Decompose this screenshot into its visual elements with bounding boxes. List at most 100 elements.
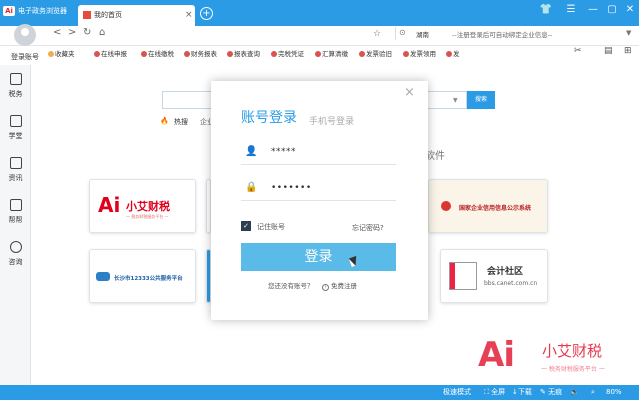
bookmark-icon	[403, 51, 409, 57]
bookmark-more[interactable]: 发	[446, 49, 460, 59]
menu-icon[interactable]: ☰	[564, 3, 578, 17]
minimize-icon[interactable]: —	[586, 3, 600, 17]
card-xiaoai-sub: 一 税务财税服务平台 一	[126, 214, 169, 219]
home-page-icon	[83, 11, 91, 19]
search-button[interactable]: 搜索	[467, 91, 495, 109]
back-button[interactable]: <	[53, 27, 61, 39]
fullscreen-button[interactable]: ⛶ 全屏	[484, 387, 505, 397]
xiaoai-logo-icon: Ai	[98, 193, 121, 217]
card-cs12333-label: 长沙市12333公共服务平台	[114, 276, 183, 282]
bookmark-star-icon[interactable]: ☆	[373, 28, 381, 40]
bookmark-icon	[141, 51, 147, 57]
bookmark-online-declare[interactable]: 在线申报	[94, 49, 127, 59]
close-icon[interactable]: ✕	[623, 3, 637, 17]
tab-account-login[interactable]: 账号登录	[241, 109, 297, 127]
fullscreen-icon: ⛶	[484, 388, 489, 396]
user-icon: 👤	[245, 146, 258, 157]
news-icon	[9, 157, 22, 169]
sidebar-item-news[interactable]: 资讯	[0, 157, 31, 183]
register-link[interactable]: › 免费注册	[322, 280, 357, 291]
bookmark-icon	[359, 51, 365, 57]
national-emblem-icon	[441, 201, 451, 211]
card-gsxt[interactable]: 国家企业信用信息公示系统	[428, 179, 548, 233]
bookmark-invoice-claim[interactable]: 发票领用	[403, 49, 436, 59]
watermark-text: 小艾财税	[542, 342, 603, 360]
login-modal: × 账号登录 手机号登录 👤 ***** 🔒 ••••••• ✓ 记住账号 忘记…	[211, 81, 428, 320]
avatar[interactable]	[14, 24, 36, 46]
bookmark-online-tax[interactable]: 在线缴税	[141, 49, 174, 59]
username-value: *****	[271, 147, 296, 157]
url-bar[interactable]	[142, 28, 370, 41]
bookmark-financial-report[interactable]: 财务报表	[184, 49, 217, 59]
kjsq-logo-icon	[449, 262, 477, 290]
sidebar-item-consult[interactable]: 咨询	[0, 241, 31, 267]
card-kjsq[interactable]: 会计社区 bbs.canet.com.cn	[440, 249, 548, 303]
sidebar-item-school[interactable]: 学堂	[0, 115, 31, 141]
scissors-icon[interactable]: ✂	[574, 46, 582, 56]
watermark-logo-icon: Ai	[478, 335, 515, 375]
bookmark-report-query[interactable]: 报表查询	[227, 49, 260, 59]
consult-icon	[9, 241, 22, 253]
refresh-button[interactable]: ↻	[83, 27, 91, 39]
chevron-down-icon[interactable]: ▼	[626, 29, 631, 37]
tab-close-button[interactable]: ×	[185, 9, 193, 21]
bookmark-icon	[94, 51, 100, 57]
browser-mode[interactable]: 极速模式	[443, 387, 471, 397]
fire-icon: 🔥	[160, 117, 169, 125]
login-button[interactable]: 登录	[241, 243, 396, 271]
status-bar: 极速模式 ⛶ 全屏 ↓下载 ✎ 无痕 🔈 ⌕ 80%	[0, 385, 639, 400]
bookmark-icon	[184, 51, 190, 57]
location-selector[interactable]: ⊙ 湖南	[395, 27, 445, 40]
home-button[interactable]: ⌂	[99, 27, 105, 39]
bookmark-invoice-verify[interactable]: 发票验旧	[359, 49, 392, 59]
card-xiaoai[interactable]: Ai 小艾财税 一 税务财税服务平台 一	[89, 179, 196, 233]
bookmark-icon	[271, 51, 277, 57]
school-icon	[9, 115, 22, 127]
mute-icon[interactable]: 🔈	[570, 387, 579, 397]
incognito-icon: ✎	[540, 388, 546, 396]
sidebar-item-tax[interactable]: 税务	[0, 73, 31, 99]
username-field[interactable]: 👤 *****	[241, 141, 396, 165]
browser-window: Ai 电子政务浏览器 我的首页 × + 👕 ☰ — ▢ ✕ 登录账号 < > ↻…	[0, 0, 639, 400]
password-value: •••••••	[271, 183, 312, 193]
tab-home[interactable]: 我的首页 ×	[78, 5, 195, 26]
shirt-icon[interactable]: 👕	[539, 3, 553, 17]
maximize-icon[interactable]: ▢	[605, 3, 619, 17]
card-cs12333[interactable]: 长沙市12333公共服务平台	[89, 249, 196, 303]
tax-icon	[9, 73, 22, 85]
tab-label: 我的首页	[94, 11, 122, 19]
card-xiaoai-label: 小艾财税	[126, 200, 170, 213]
zoom-level[interactable]: 80%	[606, 387, 622, 397]
password-field[interactable]: 🔒 •••••••	[241, 177, 396, 201]
section-title-software: 软件	[425, 151, 445, 162]
bookmark-favorites[interactable]: 收藏夹	[48, 49, 75, 59]
bookmark-annual-settlement[interactable]: 汇算清缴	[315, 49, 348, 59]
card-kjsq-label: 会计社区	[487, 267, 524, 277]
login-account-link[interactable]: 登录账号	[11, 52, 39, 62]
document-icon[interactable]: ▤	[604, 46, 613, 56]
more-icon[interactable]: ⊞	[624, 46, 632, 56]
cs12333-logo-icon	[96, 272, 110, 281]
bookmark-icon	[446, 51, 452, 57]
remember-label: 记住账号	[257, 223, 285, 231]
bookmark-tax-certificate[interactable]: 完税凭证	[271, 49, 304, 59]
sidebar-item-help[interactable]: 帮帮	[0, 199, 31, 225]
download-button[interactable]: ↓下载	[512, 387, 532, 397]
forgot-password-link[interactable]: 忘记密码?	[352, 223, 384, 233]
forward-button[interactable]: >	[68, 27, 76, 39]
tab-phone-login[interactable]: 手机号登录	[309, 116, 354, 128]
title-bar: Ai 电子政务浏览器 我的首页 × + 👕 ☰ — ▢ ✕	[0, 0, 639, 26]
new-tab-button[interactable]: +	[200, 7, 213, 20]
location-pin-icon: ⊙	[399, 28, 406, 37]
location-label: 湖南	[416, 31, 429, 39]
remember-checkbox[interactable]: ✓	[241, 221, 251, 231]
chevron-down-icon[interactable]: ▼	[453, 97, 458, 104]
no-account-text: 您还没有账号？	[268, 282, 314, 290]
help-icon	[9, 199, 22, 211]
close-icon[interactable]: ×	[404, 86, 415, 100]
bookmark-icon	[315, 51, 321, 57]
bookmark-icon	[227, 51, 233, 57]
incognito-button[interactable]: ✎ 无痕	[540, 387, 562, 397]
bookmark-bar: 收藏夹 在线申报 在线缴税 财务报表 报表查询 完税凭证 汇算清缴 发票验旧 发…	[44, 46, 639, 62]
zoom-icon[interactable]: ⌕	[591, 387, 595, 397]
